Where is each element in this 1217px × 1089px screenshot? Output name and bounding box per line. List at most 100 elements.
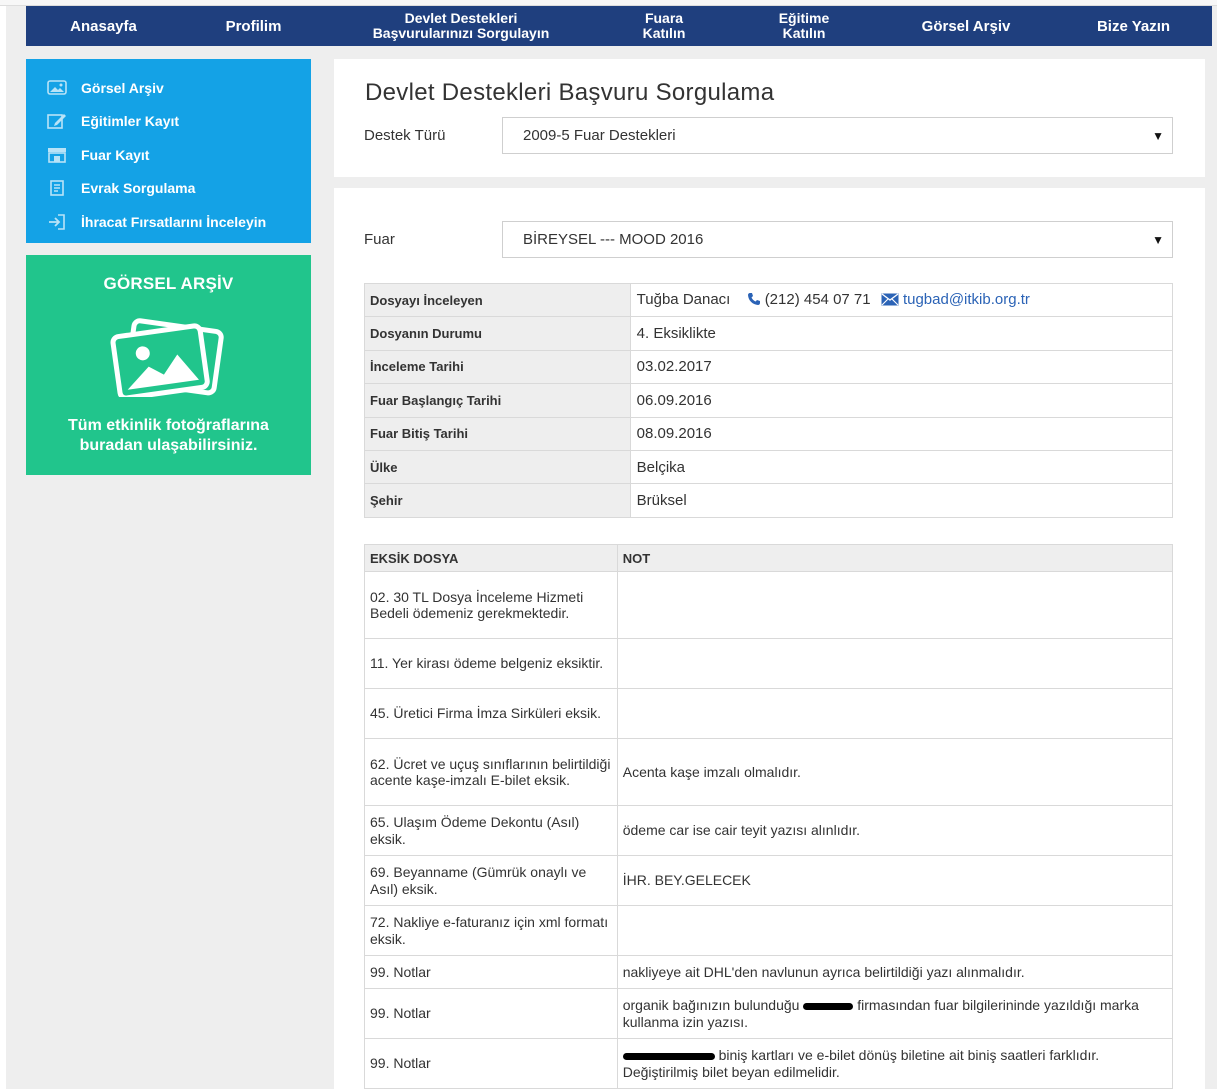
table-row: Dosyayı İnceleyen Tuğba Danacı (212) 454…: [364, 282, 1174, 318]
table-row: Ülke Belçika: [364, 449, 1174, 485]
left-margin: [0, 6, 6, 1089]
card-title: GÖRSEL ARŞİV: [103, 274, 234, 293]
missing-doc-cell: 65. Ulaşım Ödeme Dekontu (Asıl) eksik.: [364, 805, 618, 856]
redaction-mark: [803, 1002, 854, 1010]
store-icon: [46, 147, 68, 163]
table-row: 99. Notlar nakliyeye ait DHL'den navlunu…: [364, 955, 1174, 989]
info-key: Dosyayı İnceleyen: [364, 282, 631, 318]
table-row: 99. Notlar biniş kartları ve e-bilet dön…: [364, 1038, 1174, 1089]
support-type-label: Destek Türü: [364, 127, 446, 144]
info-key: Ülke: [364, 449, 631, 485]
info-key: İnceleme Tarihi: [364, 349, 631, 385]
missing-doc-cell: 02. 30 TL Dosya İnceleme Hizmeti Bedeli …: [364, 571, 618, 639]
nav-profile[interactable]: Profilim: [206, 6, 301, 46]
table-row: 72. Nakliye e-faturanız için xml formatı…: [364, 905, 1174, 956]
nav-state-support[interactable]: Devlet Destekleri Başvurularınızı Sorgul…: [356, 6, 566, 46]
table-row: Dosyanın Durumu 4. Eksiklikte: [364, 316, 1174, 351]
sidebar-menu: Görsel Arşiv Eğitimler Kayıt Fuar Kayıt …: [26, 59, 311, 243]
sidebar-item-export-opportunities[interactable]: İhracat Fırsatlarını İnceleyin: [26, 205, 311, 239]
sidebar-item-fair-registration[interactable]: Fuar Kayıt: [26, 138, 311, 172]
missing-doc-cell: 62. Ücret ve uçuş sınıflarının belirtild…: [364, 738, 618, 806]
note-cell: organik bağınızın bulunduğu firmasından …: [616, 988, 1174, 1039]
card-description-line1: Tüm etkinlik fotoğraflarına: [68, 417, 269, 434]
caret-down-icon: ▼: [1152, 233, 1164, 247]
table-header-row: EKSİK DOSYA NOT: [364, 544, 1174, 572]
table-row: Fuar Bitiş Tarihi 08.09.2016: [364, 416, 1174, 451]
column-header-note: NOT: [616, 544, 1174, 572]
missing-doc-cell: 45. Üretici Firma İmza Sirküleri eksik.: [364, 688, 618, 739]
table-row: İnceleme Tarihi 03.02.2017: [364, 349, 1174, 385]
info-key: Fuar Başlangıç Tarihi: [364, 383, 631, 418]
info-value: Belçika: [629, 449, 1174, 485]
sidebar-item-training-registration[interactable]: Eğitimler Kayıt: [26, 105, 311, 139]
note-cell: nakliyeye ait DHL'den navlunun ayrıca be…: [616, 955, 1174, 989]
note-cell: [616, 688, 1174, 739]
table-row: 11. Yer kirası ödeme belgeniz eksiktir.: [364, 638, 1174, 689]
table-row: 02. 30 TL Dosya İnceleme Hizmeti Bedeli …: [364, 571, 1174, 639]
top-navbar: Anasayfa Profilim Devlet Destekleri Başv…: [26, 6, 1212, 46]
note-text-part1: organik bağınızın bulunduğu: [622, 997, 800, 1013]
info-value: 4. Eksiklikte: [629, 316, 1174, 351]
table-row: 62. Ücret ve uçuş sınıflarının belirtild…: [364, 738, 1174, 806]
fair-value: BİREYSEL --- MOOD 2016: [523, 231, 704, 248]
photo-icon: [46, 80, 68, 96]
table-row: Fuar Başlangıç Tarihi 06.09.2016: [364, 383, 1174, 418]
nav-join-training[interactable]: Eğitime Katılın: [764, 6, 844, 46]
caret-down-icon: ▼: [1152, 129, 1164, 143]
query-panel: Devlet Destekleri Başvuru Sorgulama Dest…: [334, 59, 1205, 177]
column-header-missing-file: EKSİK DOSYA: [364, 544, 618, 572]
info-value: Brüksel: [629, 483, 1174, 518]
table-row: 69. Beyanname (Gümrük onaylı ve Asıl) ek…: [364, 855, 1174, 906]
note-cell: [616, 571, 1174, 639]
nav-state-support-line1: Devlet Destekleri: [404, 10, 518, 26]
nav-visual-archive[interactable]: Görsel Arşiv: [906, 6, 1026, 46]
nav-contact[interactable]: Bize Yazın: [1086, 6, 1181, 46]
reviewer-email-link[interactable]: tugbad@itkib.org.tr: [903, 291, 1030, 308]
file-info-table: Dosyayı İnceleyen Tuğba Danacı (212) 454…: [364, 282, 1174, 518]
missing-doc-cell: 99. Notlar: [364, 1038, 618, 1089]
note-cell: biniş kartları ve e-bilet dönüş biletine…: [616, 1038, 1174, 1089]
note-cell: [616, 905, 1174, 956]
document-icon: [46, 180, 68, 197]
sign-in-icon: [46, 213, 68, 230]
sidebar-item-label: Fuar Kayıt: [81, 146, 150, 163]
info-value: 03.02.2017: [629, 349, 1174, 385]
table-row: 45. Üretici Firma İmza Sirküleri eksik.: [364, 688, 1174, 739]
redaction-mark: [622, 1052, 715, 1060]
missing-doc-cell: 11. Yer kirası ödeme belgeniz eksiktir.: [364, 638, 618, 689]
nav-join-fair-line1: Fuara: [644, 10, 684, 26]
table-row: Şehir Brüksel: [364, 483, 1174, 518]
reviewer-name: Tuğba Danacı: [636, 290, 731, 308]
missing-doc-cell: 69. Beyanname (Gümrük onaylı ve Asıl) ek…: [364, 855, 618, 906]
envelope-icon: [881, 293, 899, 310]
sidebar-item-document-query[interactable]: Evrak Sorgulama: [26, 172, 311, 206]
note-cell: [616, 638, 1174, 689]
missing-doc-cell: 72. Nakliye e-faturanız için xml formatı…: [364, 905, 618, 956]
sidebar-item-label: İhracat Fırsatlarını İnceleyin: [81, 213, 267, 230]
card-description-line2: buradan ulaşabilirsiniz.: [79, 437, 258, 454]
info-value-reviewer: Tuğba Danacı (212) 454 07 71 tugbad@itki…: [629, 282, 1174, 318]
visual-archive-card[interactable]: GÖRSEL ARŞİV Tüm etkinlik fotoğraflarına…: [26, 255, 311, 475]
note-text-part2: biniş kartları ve e-bilet dönüş biletine…: [622, 1047, 1100, 1080]
info-value: 08.09.2016: [629, 416, 1174, 451]
nav-join-fair-line2: Katılın: [642, 25, 686, 41]
sidebar-item-label: Görsel Arşiv: [81, 79, 164, 96]
fair-label: Fuar: [364, 231, 395, 248]
info-key: Fuar Bitiş Tarihi: [364, 416, 631, 451]
note-cell: İHR. BEY.GELECEK: [616, 855, 1174, 906]
table-row: 99. Notlar organik bağınızın bulunduğu f…: [364, 988, 1174, 1039]
sidebar-item-label: Evrak Sorgulama: [81, 180, 196, 197]
page-title: Devlet Destekleri Başvuru Sorgulama: [365, 79, 775, 106]
nav-state-support-line2: Başvurularınızı Sorgulayın: [372, 25, 550, 41]
results-panel: Fuar BİREYSEL --- MOOD 2016 ▼ Dosyayı İn…: [334, 188, 1205, 1089]
sidebar-item-visual-archive[interactable]: Görsel Arşiv: [26, 71, 311, 105]
missing-doc-cell: 99. Notlar: [364, 988, 618, 1039]
nav-join-training-line2: Katılın: [782, 25, 826, 41]
info-value: 06.09.2016: [629, 383, 1174, 418]
reviewer-phone: (212) 454 07 71: [764, 290, 871, 308]
fair-select[interactable]: BİREYSEL --- MOOD 2016 ▼: [502, 221, 1173, 258]
nav-join-training-line1: Eğitime: [778, 10, 830, 26]
support-type-select[interactable]: 2009-5 Fuar Destekleri ▼: [502, 117, 1173, 154]
nav-join-fair[interactable]: Fuara Katılın: [624, 6, 704, 46]
nav-home[interactable]: Anasayfa: [56, 6, 151, 46]
